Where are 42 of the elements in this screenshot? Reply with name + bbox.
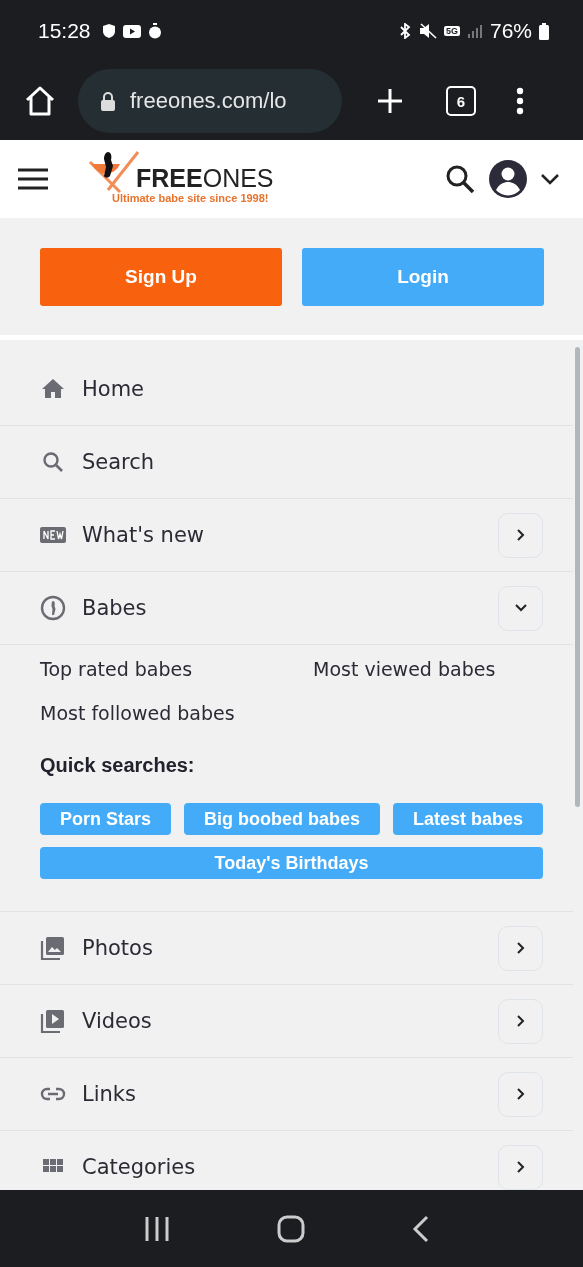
menu-item-label[interactable]: Babes	[82, 596, 147, 620]
menu-item-label[interactable]: Categories	[82, 1155, 196, 1179]
menu-item-label[interactable]: Links	[82, 1082, 136, 1106]
figure-circle-icon	[40, 595, 66, 621]
bluetooth-icon	[397, 23, 412, 39]
recents-icon[interactable]	[143, 1214, 172, 1243]
submenu-link[interactable]: Top rated babes	[40, 658, 313, 680]
home-icon[interactable]	[24, 86, 56, 116]
lock-icon	[100, 91, 116, 111]
timer-icon	[147, 23, 162, 39]
menu-item-label[interactable]: Search	[82, 450, 155, 474]
tab-count-button[interactable]: 6	[446, 86, 476, 116]
menu-item-label[interactable]: What's new	[82, 523, 204, 547]
new-tab-icon[interactable]	[376, 87, 404, 115]
url-text: freeones.com/lo	[130, 88, 287, 114]
submenu-link[interactable]: Most followed babes	[40, 702, 313, 724]
image-stack-icon	[40, 935, 66, 961]
play-icon	[122, 24, 141, 38]
clock-time: 15:28	[38, 19, 91, 43]
shield-icon	[101, 23, 116, 39]
back-icon[interactable]	[411, 1214, 430, 1243]
submenu-link[interactable]: Most viewed babes	[313, 658, 543, 680]
logo-text: FREEONES	[135, 166, 274, 192]
more-icon[interactable]	[516, 87, 524, 115]
network-badge: 5G	[443, 26, 460, 36]
logo-tagline: Ultimate babe site since 1998!	[112, 191, 270, 206]
play-stack-icon	[40, 1008, 66, 1034]
address-bar[interactable]: freeones.com/lo	[78, 69, 342, 133]
battery-icon	[539, 22, 549, 40]
mute-icon	[418, 23, 437, 39]
quick-searches-heading: Quick searches:	[40, 754, 196, 777]
home-button-icon[interactable]	[277, 1214, 306, 1243]
search-icon[interactable]	[445, 164, 475, 194]
menu-item-label[interactable]: Videos	[82, 1009, 152, 1033]
battery-percent: 76%	[489, 19, 532, 43]
caret-icon[interactable]	[541, 173, 559, 185]
menu-icon[interactable]	[18, 168, 48, 190]
scrollbar[interactable]	[575, 347, 580, 807]
signal-icon	[466, 23, 483, 39]
menu-item-label[interactable]: Home	[82, 377, 144, 401]
menu-item-label[interactable]: Photos	[82, 936, 153, 960]
avatar-icon[interactable]	[489, 160, 527, 198]
